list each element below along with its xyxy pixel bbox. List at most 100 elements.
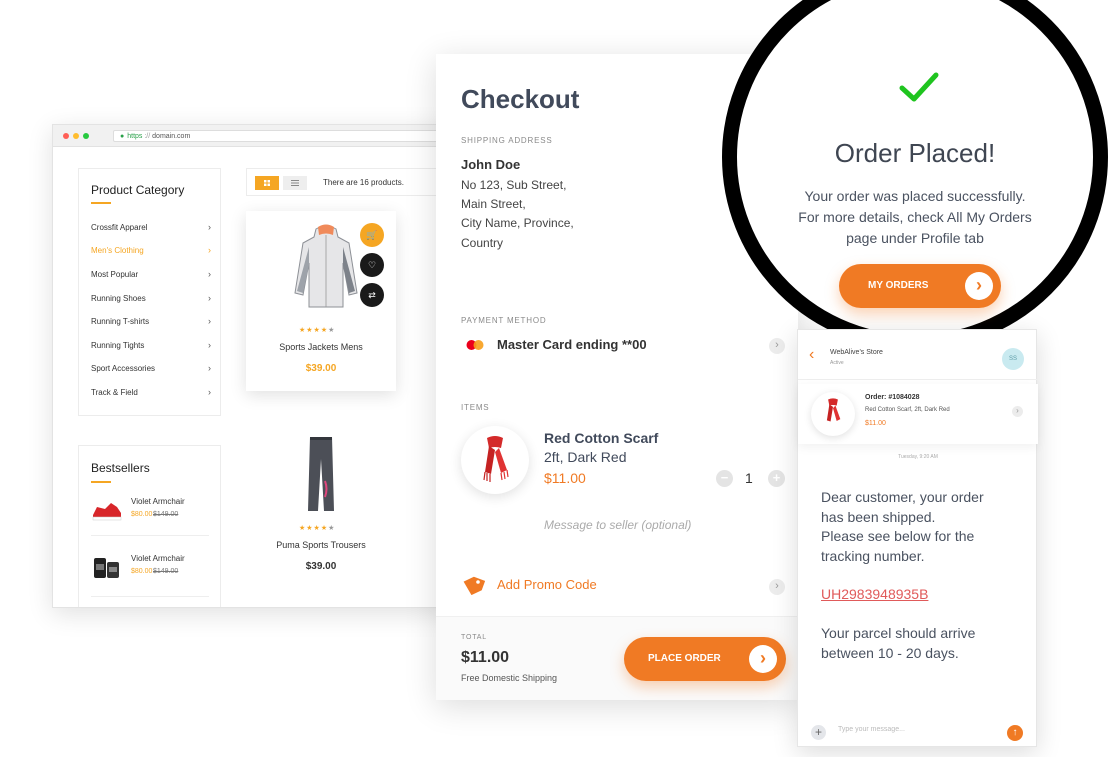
cart-icon: 🛒 (366, 230, 378, 240)
plus-icon: + (814, 725, 822, 739)
order-item-description: Red Cotton Scarf, 2ft, Dark Red (865, 407, 950, 413)
checkout-footer: TOTAL $11.00 Free Domestic Shipping PLAC… (436, 616, 798, 700)
address-bar[interactable]: ● https :// domain.com (113, 130, 471, 142)
add-attachment-button[interactable]: + (811, 725, 826, 740)
checkmark-icon (899, 72, 939, 102)
category-item[interactable]: Track & Field › (91, 387, 211, 397)
list-view-button[interactable] (283, 176, 307, 190)
category-label: Crossfit Apparel (91, 223, 148, 232)
order-thumbnail (811, 392, 855, 436)
chat-message: Dear customer, your order has been shipp… (821, 488, 1011, 566)
tracking-number-link[interactable]: UH2983948935B (821, 586, 928, 602)
chevron-right-icon: › (208, 363, 211, 373)
promo-chevron-right-icon[interactable]: › (769, 579, 785, 595)
rating-stars: ★★★★★ (299, 327, 336, 334)
product-price: $39.00 (305, 561, 337, 572)
maximize-window-dot[interactable] (83, 133, 89, 139)
description-line: Your order was placed successfully. (804, 188, 1026, 204)
bestseller-sale-price: $80.00 (131, 568, 153, 575)
bestseller-item[interactable]: Violet Armchair $80.00 $149.00 (91, 493, 211, 533)
items-label: ITEMS (461, 403, 490, 412)
category-title: Product Category (91, 183, 185, 197)
grid-view-button[interactable] (255, 176, 279, 190)
bestsellers-panel: Bestsellers Violet Armchair $80.00 $149.… (78, 445, 221, 607)
wishlist-button[interactable]: ♡ (360, 253, 384, 277)
storefront-browser-window: ● https :// domain.com Product Category C… (52, 124, 472, 608)
category-label: Track & Field (91, 388, 138, 397)
store-status: Active (830, 360, 844, 366)
bestseller-old-price: $149.00 (153, 568, 179, 575)
mastercard-icon (466, 340, 484, 350)
message-line: Dear customer, your order (821, 489, 984, 505)
url-scheme: https (127, 133, 143, 140)
product-list-toolbar: There are 16 products. (246, 168, 446, 196)
product-name: Sports Jackets Mens (279, 342, 363, 352)
chevron-right-icon: › (208, 222, 211, 232)
order-summary-card[interactable]: Order: #1084028 Red Cotton Scarf, 2ft, D… (798, 384, 1038, 444)
chevron-right-icon: › (208, 293, 211, 303)
chevron-right-icon: › (208, 316, 211, 326)
back-arrow-icon[interactable]: ‹ (809, 346, 814, 364)
message-line: between 10 - 20 days. (821, 644, 959, 661)
category-item[interactable]: Running Shoes › (91, 293, 211, 303)
category-label: Men's Clothing (91, 246, 144, 255)
payment-method-label: PAYMENT METHOD (461, 316, 547, 325)
total-label: TOTAL (461, 634, 487, 641)
bestsellers-title: Bestsellers (91, 461, 150, 475)
heart-icon: ♡ (367, 260, 377, 270)
arrow-up-icon: ↑ (1012, 727, 1018, 738)
bestseller-name: Violet Armchair (131, 554, 185, 563)
bestseller-old-price: $149.00 (153, 511, 179, 518)
add-promo-code-link[interactable]: Add Promo Code (497, 577, 597, 592)
chat-panel: ‹ WebAlive's Store Active SS Order: #108… (797, 329, 1038, 747)
category-item[interactable]: Men's Clothing › (91, 245, 211, 255)
category-label: Running Shoes (91, 294, 146, 303)
description-line: For more details, check All My Orders (798, 209, 1032, 225)
message-line: tracking number. (821, 547, 925, 564)
my-orders-button[interactable]: MY ORDERS › (839, 264, 1001, 308)
product-price: $39.00 (305, 363, 337, 374)
category-label: Running T-shirts (91, 317, 150, 326)
order-number: Order: #1084028 (865, 394, 920, 401)
jacket-image (294, 224, 358, 308)
increase-quantity-button[interactable]: + (768, 470, 785, 487)
bestseller-sale-price: $80.00 (131, 511, 153, 518)
category-item[interactable]: Sport Accessories › (91, 363, 211, 373)
add-to-cart-button[interactable]: 🛒 (360, 223, 384, 247)
plus-icon: + (772, 470, 781, 485)
category-label: Most Popular (91, 270, 139, 279)
compare-button[interactable]: ⇄ (360, 283, 384, 307)
category-item[interactable]: Most Popular › (91, 269, 211, 279)
address-line: City Name, Province, (461, 216, 574, 230)
minimize-window-dot[interactable] (73, 133, 79, 139)
close-window-dot[interactable] (63, 133, 69, 139)
item-name: Red Cotton Scarf (544, 430, 659, 446)
chat-header: ‹ WebAlive's Store Active SS (798, 330, 1038, 380)
place-order-button[interactable]: PLACE ORDER › (624, 637, 786, 681)
chevron-right-icon: › (208, 387, 211, 397)
product-card[interactable]: 🛒 ♡ ⇄ ★★★★★ Sports Jackets Mens $39.00 (246, 211, 396, 391)
checkout-title: Checkout (461, 84, 580, 114)
category-item[interactable]: Crossfit Apparel › (91, 222, 211, 232)
red-scarf-image (483, 436, 509, 482)
product-card[interactable]: ★★★★★ Puma Sports Trousers $39.00 (246, 431, 396, 581)
message-to-seller-input[interactable]: Message to seller (optional) (544, 518, 691, 532)
title-underline (91, 202, 111, 204)
avatar[interactable]: SS (1002, 348, 1024, 370)
bestseller-item[interactable]: Violet Armchair $80.00 $149.00 (91, 550, 211, 590)
decrease-quantity-button[interactable]: − (716, 470, 733, 487)
category-item[interactable]: Running Tights › (91, 340, 211, 350)
payment-chevron-right-icon[interactable]: › (769, 338, 785, 354)
list-icon (291, 180, 299, 186)
message-input[interactable]: Type your message... (838, 726, 905, 733)
lock-icon: ● (120, 133, 125, 140)
grid-icon (264, 180, 270, 186)
compare-arrows-icon: ⇄ (368, 290, 376, 300)
category-item[interactable]: Running T-shirts › (91, 316, 211, 326)
send-button[interactable]: ↑ (1007, 725, 1023, 741)
rating-stars: ★★★★★ (299, 525, 336, 532)
description-line: page under Profile tab (846, 230, 984, 246)
product-category-panel: Product Category Crossfit Apparel › Men's… (78, 168, 221, 416)
item-price: $11.00 (544, 470, 586, 486)
url-domain: domain.com (152, 133, 191, 140)
